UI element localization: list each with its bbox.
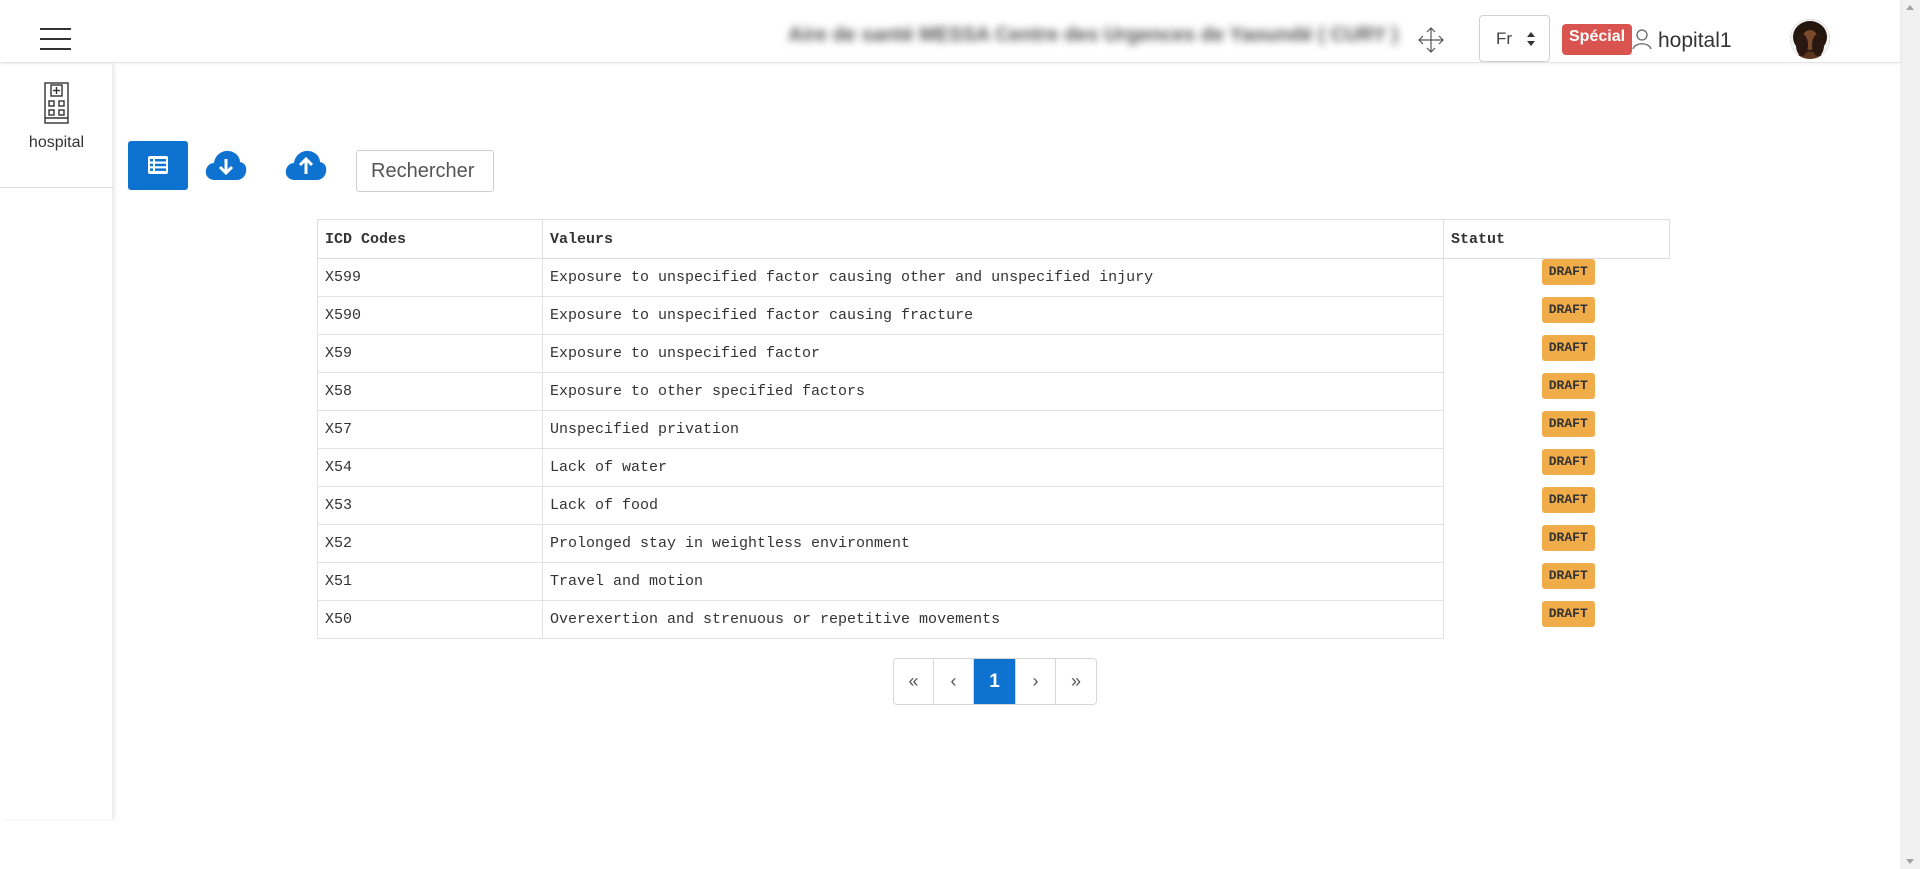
cell-value: Lack of water [542,448,1444,487]
page-scrollbar[interactable] [1900,0,1920,869]
cloud-upload-icon[interactable] [285,148,327,182]
header-valeurs[interactable]: Valeurs [542,219,1444,259]
status-badge: DRAFT [1541,448,1595,475]
cell-value: Prolonged stay in weightless environment [542,524,1444,563]
list-icon [148,156,168,174]
cell-code: X54 [317,448,543,487]
user-avatar[interactable] [1790,19,1830,59]
cell-value: Unspecified privation [542,410,1444,449]
status-badge: DRAFT [1541,296,1595,323]
cell-value: Lack of food [542,486,1444,525]
avatar-image [1790,19,1830,59]
table-row[interactable]: X59 Exposure to unspecified factor DRAFT [317,334,1670,373]
cell-code: X58 [317,372,543,411]
cell-value: Overexertion and strenuous or repetitive… [542,600,1444,639]
page-current-button[interactable]: 1 [974,659,1016,704]
cell-code: X52 [317,524,543,563]
sidebar-item-hospital[interactable]: hospital [0,64,113,188]
cell-status: DRAFT [1443,562,1670,601]
table-row[interactable]: X53 Lack of food DRAFT [317,486,1670,525]
cell-status: DRAFT [1443,486,1670,525]
user-icon [1632,29,1652,50]
status-badge: DRAFT [1541,372,1595,399]
select-arrows-icon [1527,32,1535,46]
status-badge: DRAFT [1541,259,1595,285]
table-row[interactable]: X50 Overexertion and strenuous or repeti… [317,600,1670,639]
sidebar-item-label: hospital [28,134,85,151]
status-badge: DRAFT [1541,524,1595,551]
pagination: « ‹ 1 › » [893,658,1097,705]
facility-name: Aire de santé MESSA Centre des Urgences … [788,24,1399,46]
table-row[interactable]: X590 Exposure to unspecified factor caus… [317,296,1670,335]
cell-status: DRAFT [1443,258,1670,297]
menu-toggle-icon[interactable] [40,28,71,50]
table-header-row: ICD Codes Valeurs Statut [317,219,1670,259]
hospital-icon [44,82,69,124]
scroll-up-icon[interactable] [1906,5,1914,10]
scroll-down-icon[interactable] [1906,859,1914,864]
page-first-button[interactable]: « [894,659,934,704]
special-badge: Spécial [1562,24,1633,55]
list-view-button[interactable] [128,141,188,190]
status-badge: DRAFT [1541,600,1595,627]
status-badge: DRAFT [1541,486,1595,513]
status-badge: DRAFT [1541,562,1595,589]
cell-code: X590 [317,296,543,335]
cell-code: X59 [317,334,543,373]
header-statut[interactable]: Statut [1443,219,1670,259]
cell-code: X51 [317,562,543,601]
cell-status: DRAFT [1443,410,1670,449]
table-row[interactable]: X58 Exposure to other specified factors … [317,372,1670,411]
cell-status: DRAFT [1443,334,1670,373]
cell-value: Exposure to unspecified factor causing f… [542,296,1444,335]
cell-status: DRAFT [1443,372,1670,411]
language-select[interactable]: Fr [1479,15,1550,62]
page-prev-button[interactable]: ‹ [934,659,974,704]
table-row[interactable]: X52 Prolonged stay in weightless environ… [317,524,1670,563]
status-badge: DRAFT [1541,334,1595,361]
table-row[interactable]: X57 Unspecified privation DRAFT [317,410,1670,449]
username[interactable]: hopital1 [1658,29,1732,53]
table-row[interactable]: X599 Exposure to unspecified factor caus… [317,258,1670,297]
cell-value: Exposure to other specified factors [542,372,1444,411]
page-last-button[interactable]: » [1056,659,1096,704]
icd-codes-table: ICD Codes Valeurs Statut X599 Exposure t… [317,219,1670,639]
header-icd-codes[interactable]: ICD Codes [317,219,543,259]
cloud-download-icon[interactable] [205,148,247,182]
cell-value: Exposure to unspecified factor [542,334,1444,373]
cell-status: DRAFT [1443,600,1670,639]
cell-value: Exposure to unspecified factor causing o… [542,258,1444,297]
language-value: Fr [1496,29,1513,48]
page-next-button[interactable]: › [1016,659,1056,704]
sidebar: hospital [0,64,113,819]
move-arrows-icon[interactable] [1418,27,1444,53]
status-badge: DRAFT [1541,410,1595,437]
cell-status: DRAFT [1443,524,1670,563]
table-row[interactable]: X51 Travel and motion DRAFT [317,562,1670,601]
cell-status: DRAFT [1443,448,1670,487]
cell-code: X599 [317,258,543,297]
cell-value: Travel and motion [542,562,1444,601]
cell-code: X53 [317,486,543,525]
table-row[interactable]: X54 Lack of water DRAFT [317,448,1670,487]
cell-code: X50 [317,600,543,639]
search-input[interactable] [356,150,494,192]
cell-status: DRAFT [1443,296,1670,335]
cell-code: X57 [317,410,543,449]
top-navbar: Aire de santé MESSA Centre des Urgences … [0,0,1900,63]
